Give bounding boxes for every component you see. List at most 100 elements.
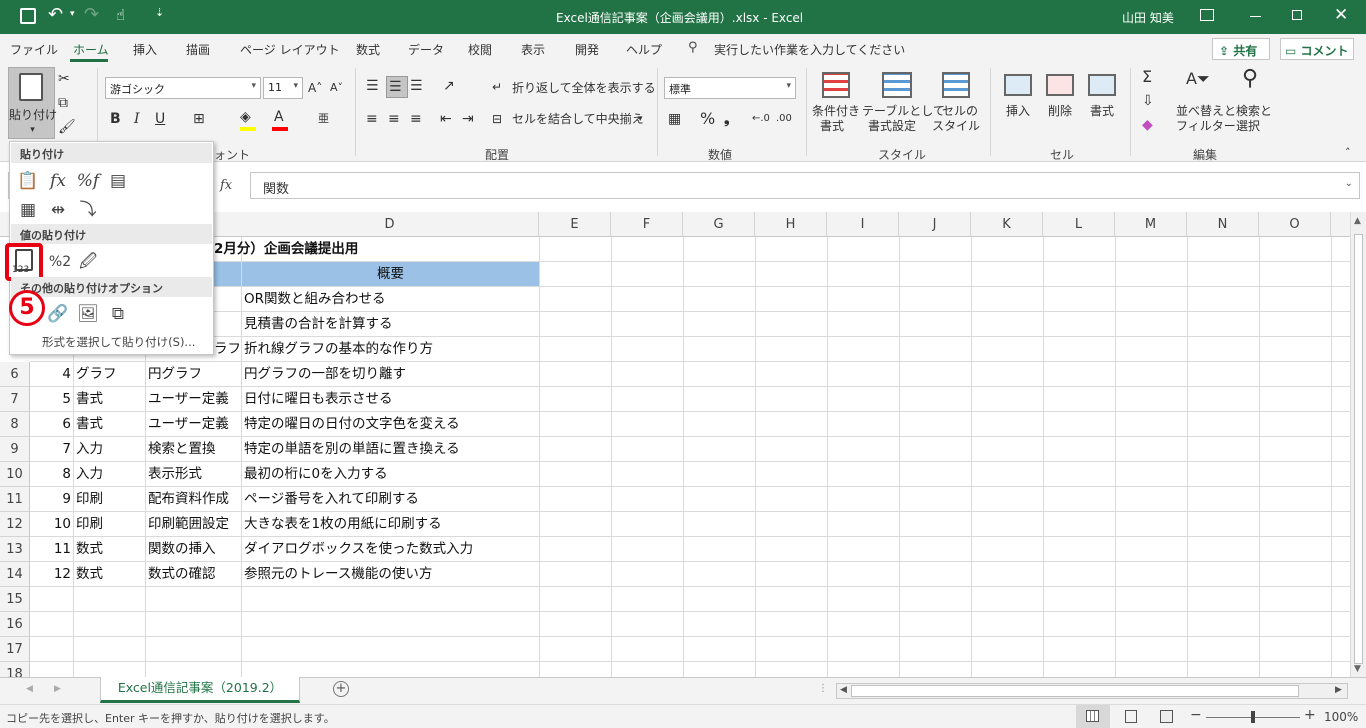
scroll-right-icon[interactable]: ▶ [1335,685,1342,695]
decrease-decimal-icon[interactable]: .00 [776,110,792,128]
merge-dropdown-icon[interactable]: ▾ [638,112,643,127]
sheet-tab-active[interactable]: Excel通信記事案（2019.2） [100,677,300,703]
tab-home[interactable]: ホーム [73,41,109,58]
sort-filter-button[interactable]: 並べ替えと [1176,104,1236,119]
cell-b[interactable]: 入力 [76,462,103,487]
cell-c[interactable]: ユーザー定義 [148,412,240,437]
page-layout-view-icon[interactable] [1125,710,1137,723]
zoom-in-icon[interactable]: + [1304,707,1316,723]
cell-c[interactable]: 円グラフ [148,362,240,387]
zoom-out-icon[interactable]: − [1190,707,1202,723]
row-header-16[interactable]: 16 [0,612,30,637]
column-header-n[interactable]: N [1187,212,1259,237]
undo-icon[interactable]: ↶ [48,4,63,25]
close-icon[interactable]: ✕ [1334,5,1348,25]
horizontal-scrollbar[interactable]: ◀ ▶ [836,683,1348,699]
transpose-icon[interactable]: ⤵ [76,198,100,222]
page-break-preview-icon[interactable] [1160,710,1173,723]
font-name-select[interactable]: 游ゴシック [105,77,261,99]
row-header-15[interactable]: 15 [0,587,30,612]
percent-style-icon[interactable]: % [700,110,715,128]
increase-font-size-icon[interactable]: A˄ [308,79,322,97]
next-sheet-icon[interactable]: ▶ [54,684,61,694]
cell-styles-button[interactable]: セルの [942,104,978,119]
column-header-i[interactable]: I [827,212,899,237]
align-center-icon[interactable]: ≡ [388,110,400,128]
cell-b[interactable]: 書式 [76,387,103,412]
cell-b[interactable]: 印刷 [76,512,103,537]
phonetic-icon[interactable]: 亜 [318,110,329,128]
clear-icon[interactable]: ◆ [1142,116,1153,134]
touch-mode-icon[interactable]: ☝ [116,6,125,24]
tab-file[interactable]: ファイル [10,41,58,58]
conditional-formatting-button[interactable]: 条件付き [812,104,860,119]
column-header-g[interactable]: G [683,212,755,237]
keep-source-formatting-icon[interactable]: ▤ [106,169,130,193]
increase-decimal-icon[interactable]: ←.0 [752,110,770,128]
cell-b[interactable]: グラフ [76,362,117,387]
paste-formulas-number-format-icon[interactable]: %f [76,169,100,193]
row-header-13[interactable]: 13 [0,537,30,562]
accounting-format-icon[interactable]: ▦ [668,110,681,128]
decrease-indent-icon[interactable]: ⇤ [440,110,452,128]
cell-a[interactable]: 5 [31,387,71,412]
zoom-slider-thumb[interactable] [1251,711,1255,723]
tab-view[interactable]: 表示 [521,41,545,58]
row-header-12[interactable]: 12 [0,512,30,537]
paste-values-button[interactable]: 123 [5,243,43,281]
user-name[interactable]: 山田 知美 [1122,9,1174,26]
tab-splitter-icon[interactable]: ⋮ [818,683,828,694]
row-header-14[interactable]: 14 [0,562,30,587]
align-left-icon[interactable]: ≡ [366,110,378,128]
header-summary-cell[interactable]: 概要 [242,262,539,286]
tab-data[interactable]: データ [408,41,444,58]
underline-button[interactable]: U [155,110,165,128]
expand-formula-bar-icon[interactable]: ⌄ [1345,178,1353,189]
cell-d[interactable]: 特定の単語を別の単語に置き換える [244,437,460,462]
tab-review[interactable]: 校閲 [468,41,492,58]
cell-d[interactable]: 参照元のトレース機能の使い方 [244,562,432,587]
format-as-table-button[interactable]: テーブルとして [862,104,945,119]
cell-a[interactable]: 12 [31,562,71,587]
vertical-scrollbar[interactable]: ▲ ▼ [1350,212,1366,677]
paste-picture-icon[interactable]: 🖼 [76,302,100,326]
scroll-thumb[interactable] [1354,234,1363,664]
column-header-d[interactable]: D [241,212,539,237]
paste-link-icon[interactable]: 🔗 [46,302,70,326]
cell-b[interactable]: 数式 [76,537,103,562]
tab-insert[interactable]: 挿入 [133,41,157,58]
column-header-j[interactable]: J [899,212,971,237]
paste-formulas-icon[interactable]: fx [46,169,70,193]
decrease-font-size-icon[interactable]: A˅ [330,79,343,97]
cell-a[interactable]: 7 [31,437,71,462]
sheet-title-cell[interactable]: 2月分）企画会議提出用 [214,237,358,262]
fx-button[interactable]: fx [220,178,232,193]
linked-picture-icon[interactable]: ⧉ [106,302,130,326]
cell-a[interactable]: 10 [31,512,71,537]
values-number-format-icon[interactable]: %2 [48,250,72,274]
new-sheet-icon[interactable]: + [333,681,349,697]
tell-me-input[interactable]: 実行したい作業を入力してください [714,41,905,58]
cell-a[interactable]: 4 [31,362,71,387]
row-header-17[interactable]: 17 [0,637,30,662]
comments-button[interactable]: ▭ コメント [1280,38,1354,60]
values-source-formatting-icon[interactable]: 🖉 [76,250,100,274]
undo-dropdown-icon[interactable]: ▾ [70,9,75,19]
italic-button[interactable]: I [134,110,140,128]
increase-indent-icon[interactable]: ⇥ [462,110,474,128]
cell-c5[interactable]: ラフ [214,337,241,362]
row-header-6[interactable]: 6 [0,362,30,387]
collapse-ribbon-icon[interactable]: ˄ [1345,144,1351,162]
cell-c[interactable]: 検索と置換 [148,437,240,462]
tab-page-layout[interactable]: ページ レイアウト [240,41,340,58]
cell-d[interactable]: ダイアログボックスを使った数式入力 [244,537,473,562]
cell-d[interactable]: 日付に曜日も表示させる [244,387,393,412]
font-color-icon[interactable]: A [274,108,284,126]
row-header-18[interactable]: 18 [0,662,30,677]
merge-center-button[interactable]: セルを結合して中央揃え [512,112,644,127]
column-header-l[interactable]: L [1043,212,1115,237]
cell-d5[interactable]: 折れ線グラフの基本的な作り方 [244,337,433,362]
cell-b[interactable]: 入力 [76,437,103,462]
format-painter-icon[interactable]: 🖌 [58,118,76,136]
fill-color-icon[interactable]: ◈ [240,108,251,126]
